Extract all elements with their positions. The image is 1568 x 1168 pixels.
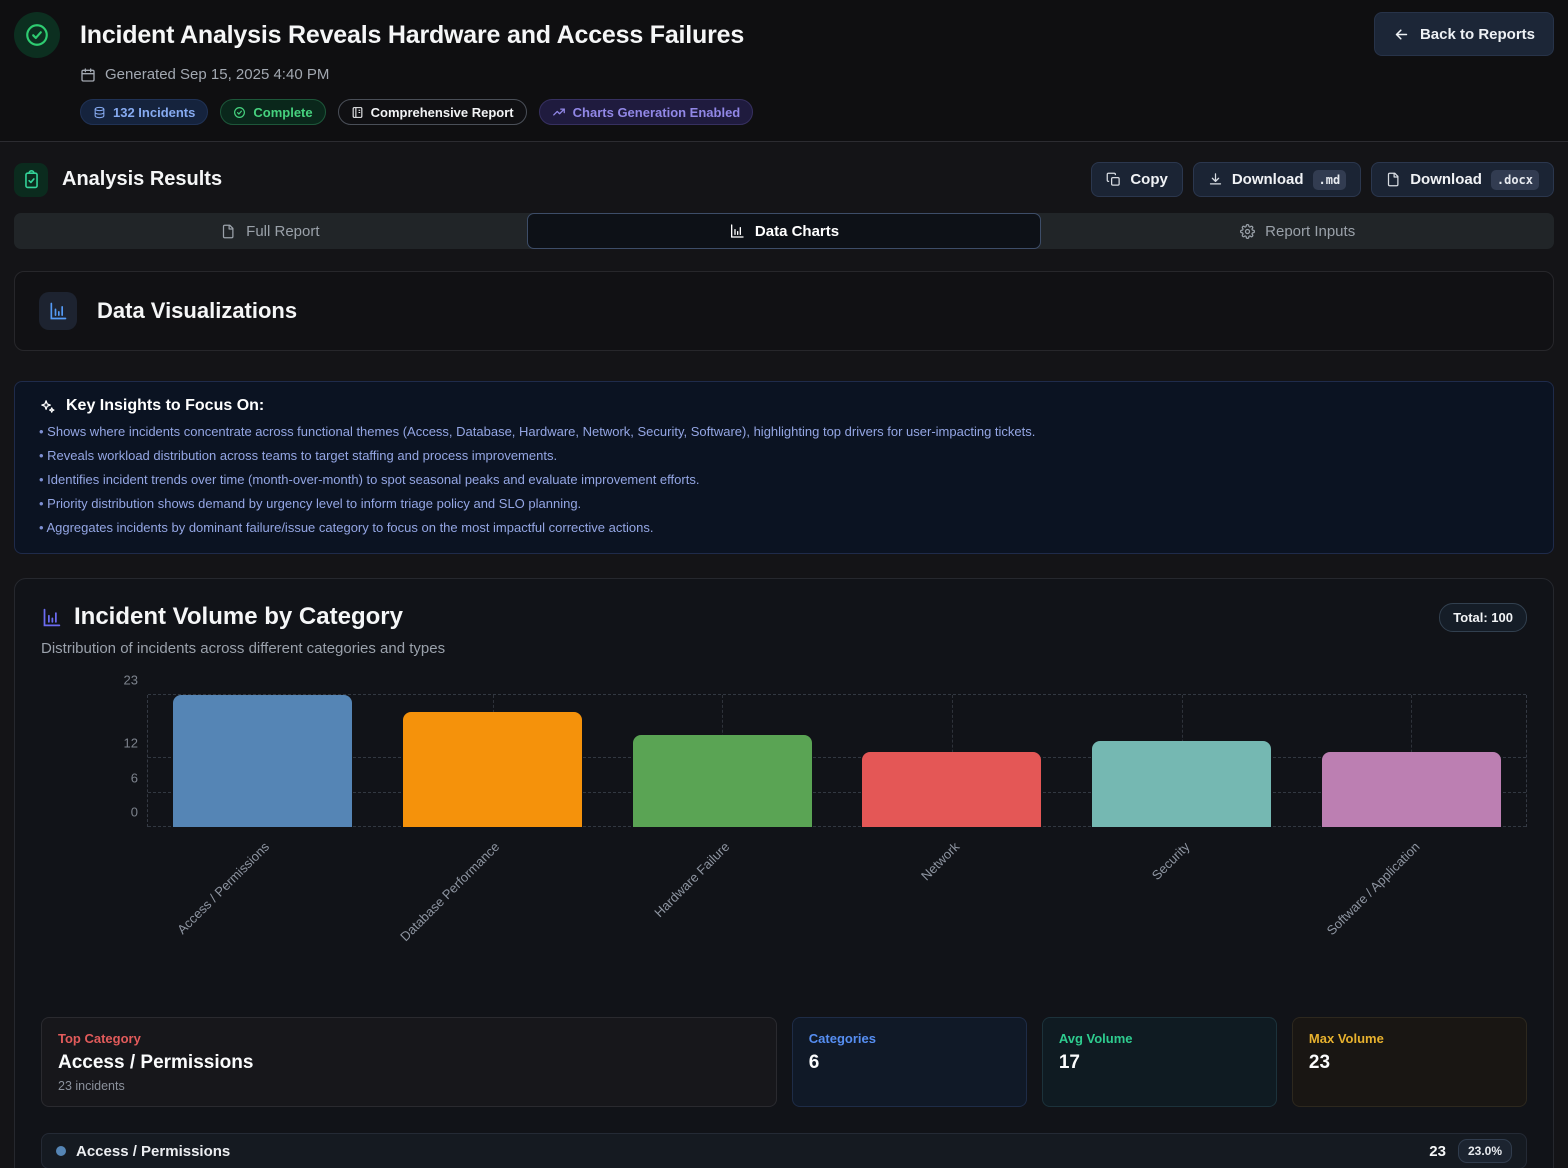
- report-success-icon: [14, 12, 60, 58]
- page-title: Incident Analysis Reveals Hardware and A…: [80, 12, 744, 58]
- bar-slot: [148, 695, 378, 827]
- tab-report-inputs[interactable]: Report Inputs: [1041, 213, 1554, 249]
- badge-incidents-count: 132 Incidents: [80, 99, 208, 125]
- x-axis-label: Database Performance: [397, 839, 502, 944]
- stat-categories: Categories 6: [792, 1017, 1027, 1107]
- key-insights-panel: Key Insights to Focus On: Shows where in…: [14, 381, 1554, 554]
- chart-title: Incident Volume by Category: [74, 603, 403, 631]
- bar-slot: [378, 695, 608, 827]
- bar-access-permissions[interactable]: [173, 695, 352, 827]
- incident-volume-chart-card: Incident Volume by Category Total: 100 D…: [14, 578, 1554, 1168]
- download-docx-button[interactable]: Download .docx: [1371, 162, 1554, 197]
- tab-data-charts[interactable]: Data Charts: [527, 213, 1042, 249]
- bar-slot: [837, 695, 1067, 827]
- bar-software-application[interactable]: [1322, 752, 1501, 827]
- chart-subtitle: Distribution of incidents across differe…: [41, 640, 1527, 657]
- document-icon: [221, 224, 236, 239]
- x-label-slot: Access / Permissions: [147, 827, 377, 1003]
- tab-full-report[interactable]: Full Report: [14, 213, 527, 249]
- insight-bullet: Shows where incidents concentrate across…: [39, 424, 1529, 439]
- bar-chart-icon: [729, 223, 745, 239]
- x-label-slot: Network: [837, 827, 1067, 1003]
- bar-hardware-failure[interactable]: [633, 735, 812, 827]
- check-circle-icon: [233, 106, 246, 119]
- download-md-button[interactable]: Download .md: [1193, 162, 1361, 197]
- insight-bullet: Priority distribution shows demand by ur…: [39, 496, 1529, 511]
- bar-plot: 061223: [147, 695, 1527, 827]
- bar-security[interactable]: [1092, 741, 1271, 827]
- bar-slots: [148, 695, 1526, 827]
- md-extension-chip: .md: [1313, 170, 1347, 190]
- stat-top-category: Top Category Access / Permissions 23 inc…: [41, 1017, 777, 1107]
- database-icon: [93, 106, 106, 119]
- insight-bullet: Identifies incident trends over time (mo…: [39, 472, 1529, 487]
- bar-slot: [1296, 695, 1526, 827]
- x-axis-label: Access / Permissions: [175, 839, 273, 937]
- category-legend-row[interactable]: Access / Permissions 23 23.0%: [41, 1133, 1527, 1168]
- category-percent-badge: 23.0%: [1458, 1139, 1512, 1163]
- generated-timestamp: Generated Sep 15, 2025 4:40 PM: [80, 66, 1554, 83]
- analysis-results-title: Analysis Results: [62, 168, 222, 191]
- trending-up-icon: [552, 105, 566, 119]
- y-axis-tick: 0: [131, 805, 138, 820]
- stat-avg-volume: Avg Volume 17: [1042, 1017, 1277, 1107]
- calendar-icon: [80, 67, 96, 83]
- report-header: Incident Analysis Reveals Hardware and A…: [0, 0, 1568, 142]
- x-axis-label: Network: [918, 839, 962, 883]
- copy-button[interactable]: Copy: [1091, 162, 1183, 197]
- arrow-left-icon: [1393, 26, 1410, 43]
- x-axis-label: Hardware Failure: [651, 839, 732, 920]
- x-axis-label: Security: [1149, 839, 1193, 883]
- badge-row: 132 Incidents Complete Comprehensive Rep…: [80, 99, 1554, 125]
- insights-title: Key Insights to Focus On:: [66, 397, 264, 415]
- stat-max-volume: Max Volume 23: [1292, 1017, 1527, 1107]
- docx-extension-chip: .docx: [1491, 170, 1539, 190]
- clipboard-check-icon: [14, 163, 48, 197]
- file-icon: [1386, 172, 1401, 187]
- y-axis-tick: 23: [124, 673, 138, 688]
- y-axis-tick: 6: [131, 770, 138, 785]
- insight-bullet: Reveals workload distribution across tea…: [39, 448, 1529, 463]
- chart-title-icon: [41, 607, 62, 628]
- visualizations-chart-icon: [39, 292, 77, 330]
- x-label-slot: Security: [1067, 827, 1297, 1003]
- bar-slot: [607, 695, 837, 827]
- data-visualizations-header: Data Visualizations: [14, 271, 1554, 351]
- x-axis-labels: Access / Permissions Database Performance…: [147, 827, 1527, 1003]
- x-label-slot: Hardware Failure: [607, 827, 837, 1003]
- bar-network[interactable]: [862, 752, 1041, 827]
- gear-icon: [1240, 224, 1255, 239]
- bar-chart: 061223 Access / Permissions Database Perf…: [41, 695, 1527, 1003]
- badge-charts-enabled: Charts Generation Enabled: [539, 99, 754, 125]
- report-view-tabs: Full Report Data Charts Report Inputs: [14, 213, 1554, 249]
- copy-icon: [1106, 172, 1121, 187]
- bar-slot: [1067, 695, 1297, 827]
- category-label: Access / Permissions: [76, 1143, 230, 1160]
- badge-status-complete: Complete: [220, 99, 325, 125]
- badge-report-type: Comprehensive Report: [338, 99, 527, 125]
- bar-database-performance[interactable]: [403, 712, 582, 827]
- x-label-slot: Database Performance: [377, 827, 607, 1003]
- insight-bullet: Aggregates incidents by dominant failure…: [39, 520, 1529, 535]
- download-icon: [1208, 172, 1223, 187]
- x-label-slot: Software / Application: [1297, 827, 1527, 1003]
- category-color-dot: [56, 1146, 66, 1156]
- sparkles-icon: [39, 398, 56, 415]
- total-badge: Total: 100: [1439, 603, 1527, 632]
- category-value: 23: [1429, 1143, 1446, 1160]
- analysis-results-bar: Analysis Results Copy Download .md Downl…: [0, 142, 1568, 211]
- back-to-reports-button[interactable]: Back to Reports: [1374, 12, 1554, 56]
- report-icon: [351, 106, 364, 119]
- y-axis-tick: 12: [124, 736, 138, 751]
- visualizations-title: Data Visualizations: [97, 298, 297, 324]
- chart-stats-row: Top Category Access / Permissions 23 inc…: [41, 1017, 1527, 1107]
- x-axis-label: Software / Application: [1324, 839, 1423, 938]
